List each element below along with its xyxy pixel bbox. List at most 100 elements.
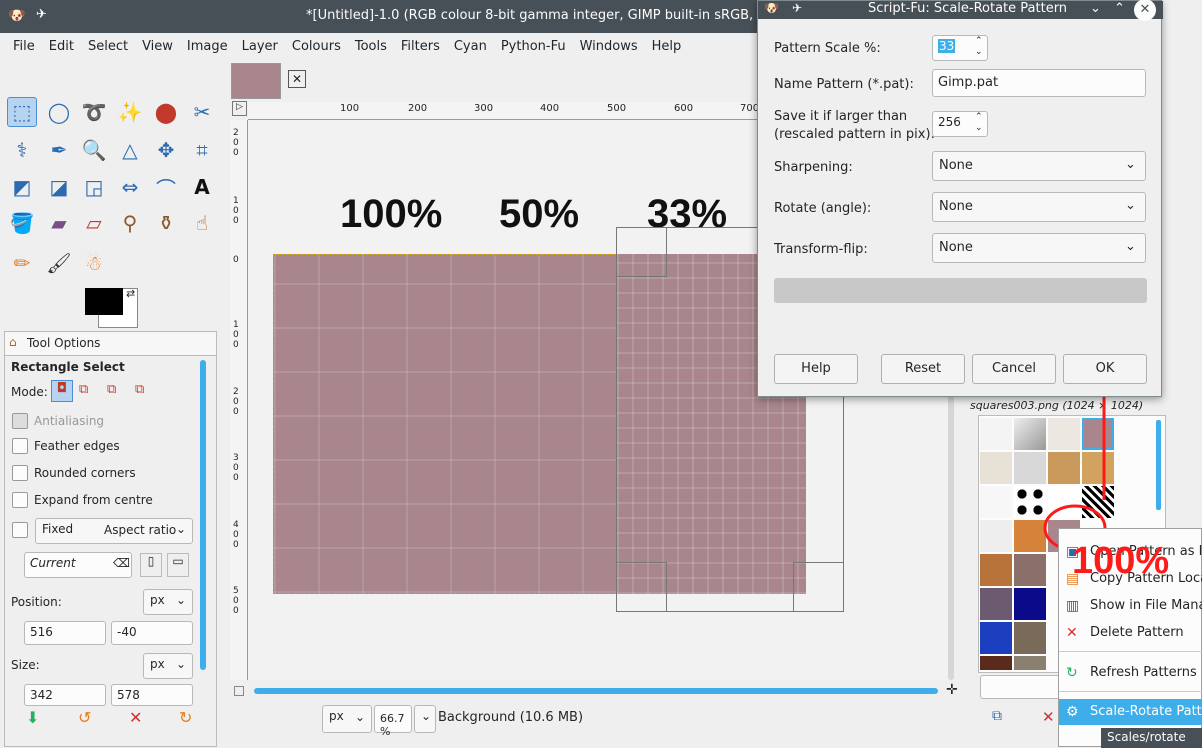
size-unit-combo[interactable]: px ⌄ [143,653,193,679]
menu-cyan[interactable]: Cyan [447,39,494,54]
menu-view[interactable]: View [135,39,180,54]
paintbrush-icon[interactable]: 🖌 [44,248,74,278]
menu-scale-rotate-pattern[interactable]: ⚙ Scale-Rotate Pattern [1059,699,1202,725]
menu-edit[interactable]: Edit [42,39,81,54]
name-pattern-field[interactable]: Gimp.pat [932,69,1146,97]
foreground-colour[interactable] [85,288,123,315]
chevron-up-icon[interactable]: ⌃ [1114,1,1125,16]
pattern-thumb[interactable] [980,452,1012,484]
pencil-icon[interactable]: ✏ [7,248,37,278]
menu-help[interactable]: Help [645,39,689,54]
pattern-thumb[interactable] [980,622,1012,654]
help-button[interactable]: Help [774,354,858,384]
magic-wand-icon[interactable]: ✨ [115,97,145,127]
mode-subtract-icon[interactable]: ⧉ [107,382,116,397]
menu-delete-pattern[interactable]: ✕ Delete Pattern [1059,620,1202,646]
unit-combo[interactable]: px ⌄ [322,705,372,733]
portrait-icon[interactable]: ▯ [140,553,162,577]
menu-refresh-patterns[interactable]: ↻ Refresh Patterns [1059,660,1202,686]
mode-replace-icon[interactable]: ◘ [51,380,73,402]
selection-handle[interactable] [793,562,844,612]
warp-icon[interactable]: ⌒ [151,172,181,202]
bucket-fill-icon[interactable]: 🪣 [7,208,37,238]
menu-python-fu[interactable]: Python-Fu [494,39,573,54]
align-icon[interactable]: ◪ [44,172,74,202]
tool-options-tab[interactable]: ⌂ Tool Options [4,331,217,355]
quick-mask-icon[interactable] [234,686,244,696]
menu-colours[interactable]: Colours [285,39,348,54]
menu-windows[interactable]: Windows [573,39,645,54]
rounded-corners-checkbox[interactable] [12,465,28,481]
menu-select[interactable]: Select [81,39,135,54]
reset-button[interactable]: Reset [881,354,965,384]
blend-icon[interactable]: ▰ [44,208,74,238]
navigate-crosshair-icon[interactable]: ✛ [946,682,958,698]
mode-intersect-icon[interactable]: ⧉ [135,382,144,397]
select-by-colour-icon[interactable]: ⬤ [151,97,181,127]
measure-icon[interactable]: △ [115,135,145,165]
delete-pattern-icon[interactable]: ✕ [1042,708,1055,726]
pattern-scale-field[interactable]: 33 ⌃ ⌄ [932,35,988,61]
pattern-thumb[interactable] [1014,656,1046,670]
clone-icon[interactable]: ⚲ [115,208,145,238]
pattern-to-image-icon[interactable]: ⧉ [992,708,1002,724]
menu-image[interactable]: Image [180,39,235,54]
ok-button[interactable]: OK [1063,354,1147,384]
text-icon[interactable]: A [187,172,217,202]
eraser-icon[interactable]: ▱ [79,208,109,238]
save-threshold-field[interactable]: 256 ⌃ ⌄ [932,111,988,137]
menu-tools[interactable]: Tools [348,39,394,54]
pattern-thumb[interactable] [980,520,1012,552]
cancel-button[interactable]: Cancel [972,354,1056,384]
selection-handle[interactable] [616,227,667,277]
antialiasing-checkbox[interactable] [12,413,28,429]
gimp-mascot-icon[interactable]: ☃ [79,248,109,278]
position-unit-combo[interactable]: px ⌄ [143,589,193,615]
tool-options-scrollbar[interactable] [200,360,206,670]
horizontal-scrollbar[interactable] [254,688,938,694]
spin-arrows-icon[interactable]: ⌃ ⌄ [975,36,983,58]
fixed-aspect-combo[interactable]: Fixed Aspect ratio ⌄ [35,518,193,544]
sharpening-combo[interactable]: None ⌄ [932,151,1146,181]
menu-file[interactable]: File [6,39,42,54]
unified-transform-icon[interactable]: ◲ [79,172,109,202]
landscape-icon[interactable]: ▭ [167,553,189,577]
size-h-field[interactable]: 578 [111,684,193,706]
pattern-thumb[interactable] [980,656,1012,670]
restore-options-icon[interactable]: ↺ [78,708,91,727]
crop-icon[interactable]: ⌗ [187,135,217,165]
zoom-field[interactable]: 66.7 % [374,705,412,738]
lasso-icon[interactable]: ➰ [79,97,109,127]
navigate-icon[interactable]: ▷ [232,101,247,116]
swap-colours-icon[interactable]: ⇄ [126,287,135,300]
transform-icon[interactable]: ◩ [7,172,37,202]
pin-icon[interactable]: ✈ [36,7,47,22]
zoom-combo[interactable]: ⌄ [414,705,436,733]
pattern-thumb[interactable] [980,588,1012,620]
clear-icon[interactable]: ⌫ [113,556,130,570]
pattern-thumb[interactable] [980,418,1012,450]
zoom-icon[interactable]: 🔍 [79,135,109,165]
menu-filters[interactable]: Filters [394,39,447,54]
smudge-icon[interactable]: ☝ [187,208,217,238]
fixed-checkbox[interactable] [12,522,28,538]
chevron-down-icon[interactable]: ⌄ [1090,1,1101,16]
paths-icon[interactable]: ✒ [44,135,74,165]
pin-icon[interactable]: ✈ [792,1,802,15]
close-tab-icon[interactable]: ✕ [288,70,306,88]
delete-options-icon[interactable]: ✕ [129,708,142,727]
size-w-field[interactable]: 342 [24,684,106,706]
feather-edges-checkbox[interactable] [12,438,28,454]
menu-layer[interactable]: Layer [235,39,285,54]
current-field[interactable]: Current ⌫ [24,552,132,578]
scissors-icon[interactable]: ✂ [187,97,217,127]
foreground-select-icon[interactable]: ⚕ [7,135,37,165]
rotate-combo[interactable]: None ⌄ [932,192,1146,222]
flip-combo[interactable]: None ⌄ [932,233,1146,263]
heal-icon[interactable]: ⚱ [151,208,181,238]
mode-add-icon[interactable]: ⧉ [79,382,88,397]
move-icon[interactable]: ✥ [151,135,181,165]
pattern-thumb[interactable] [980,486,1012,518]
save-options-icon[interactable]: ⬇ [26,708,39,727]
menu-show-in-file-manager[interactable]: ▥ Show in File Manager [1059,593,1202,619]
